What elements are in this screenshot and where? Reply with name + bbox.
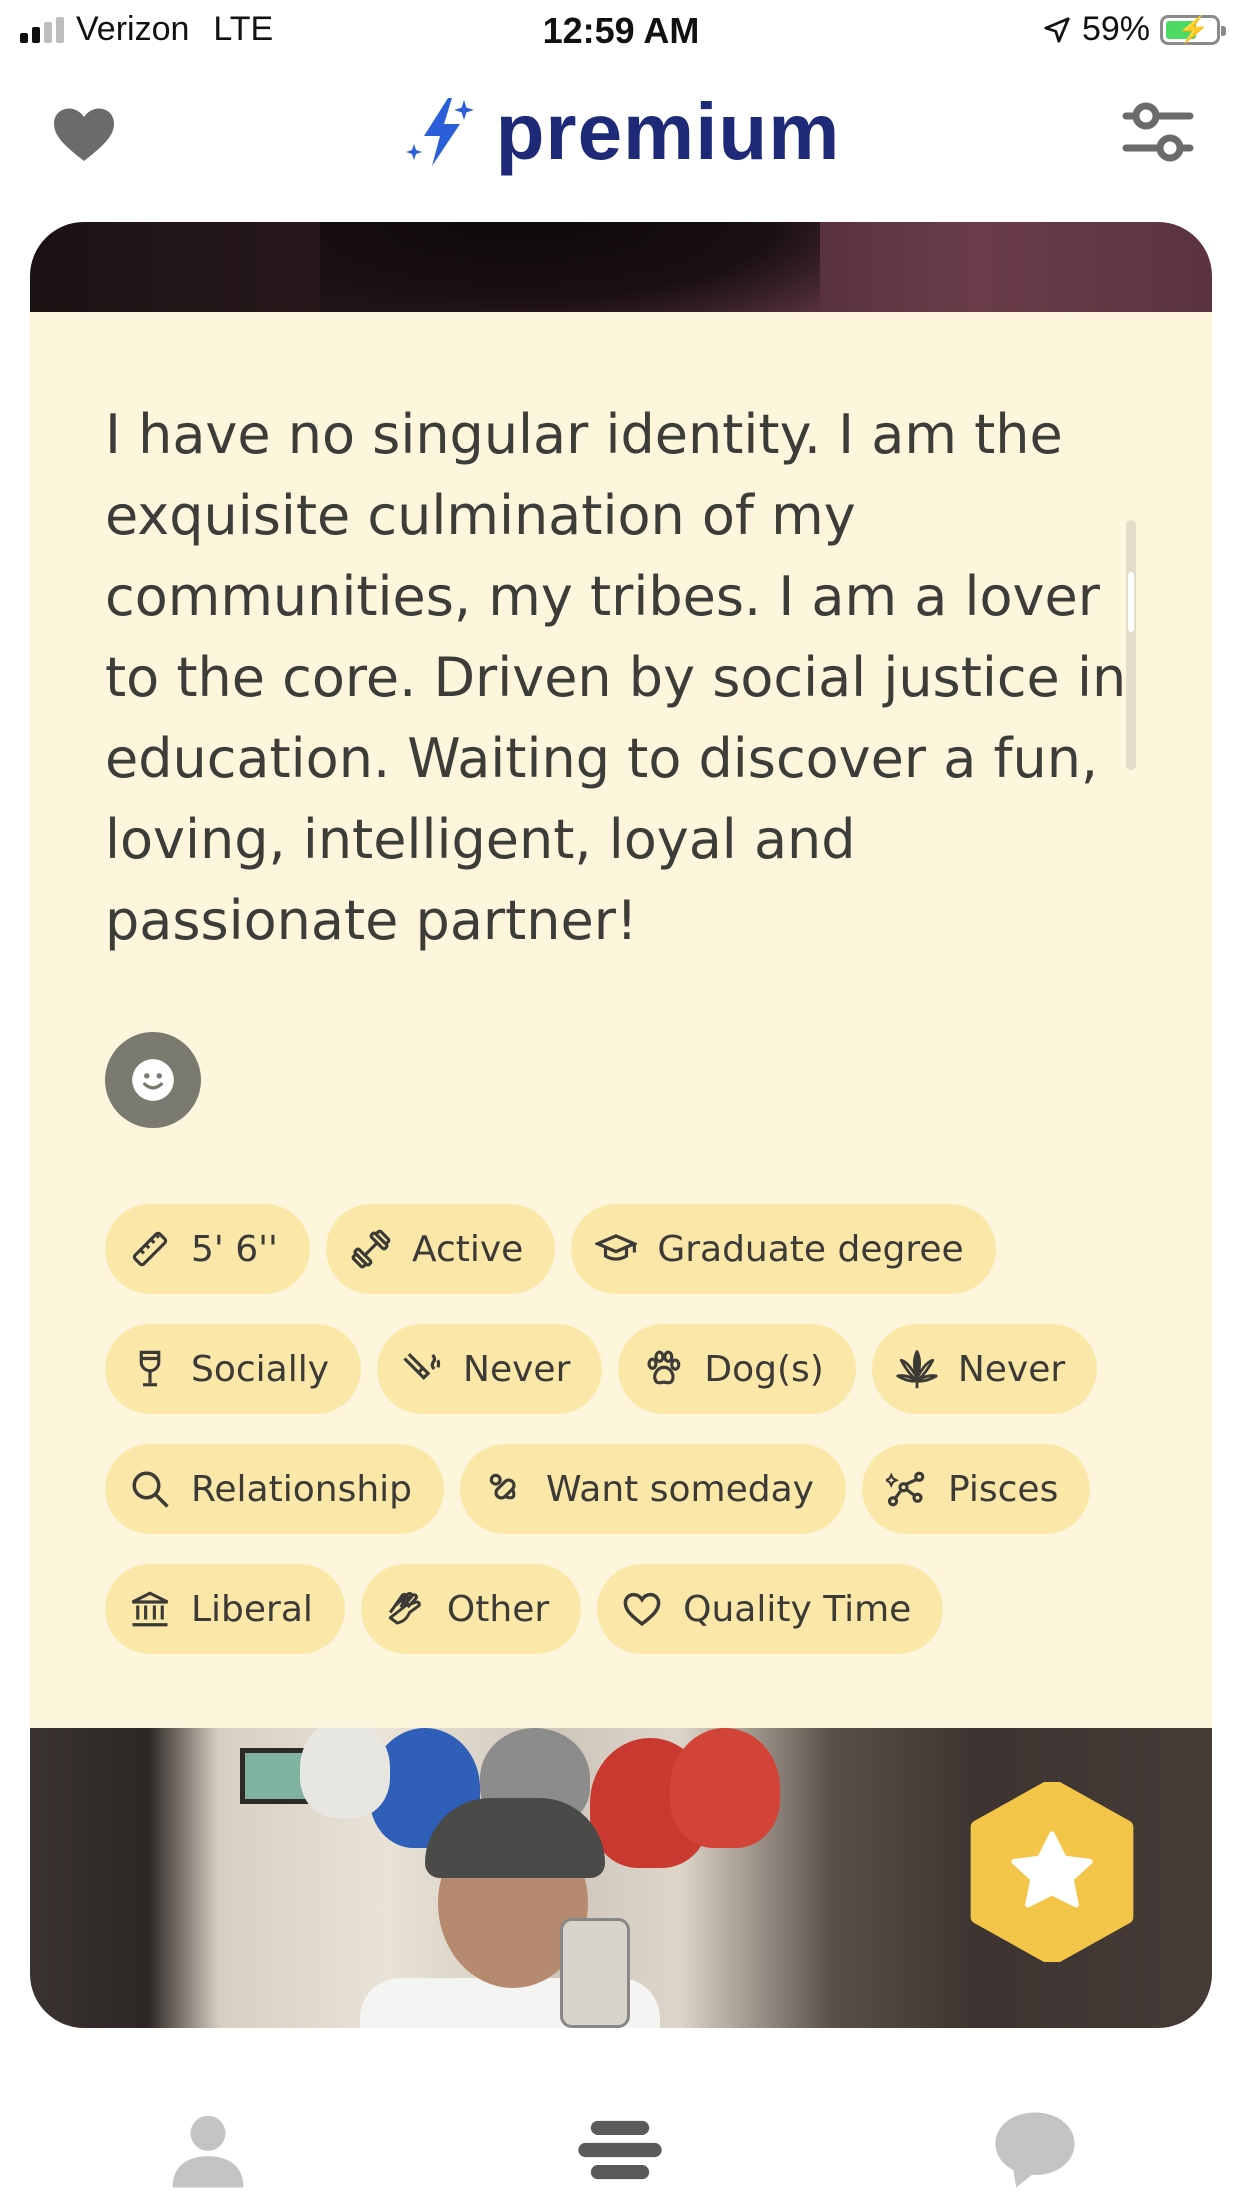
location-arrow-icon (1044, 16, 1070, 43)
chip-row: Liberal Other Quality Time (105, 1564, 1155, 1654)
government-building-icon (131, 1591, 169, 1627)
chip-row: 5' 6'' Active Graduate degree (105, 1204, 1155, 1294)
heart-outline-icon (623, 1592, 661, 1627)
chat-bubble-icon[interactable] (985, 2100, 1085, 2200)
phone (560, 1918, 630, 2028)
stack-icon[interactable] (570, 2100, 670, 2200)
chip-label: Relationship (191, 1468, 412, 1510)
chip-label: Other (446, 1588, 550, 1630)
hat-red-2 (670, 1728, 780, 1848)
wine-glass-icon (139, 1350, 161, 1387)
search-icon (132, 1471, 169, 1508)
graduation-cap-icon (595, 1234, 638, 1261)
chip-row: Socially Never Dog(s) Never (105, 1324, 1155, 1414)
chip-education: Graduate degree (571, 1204, 996, 1294)
chip-cannabis: Never (871, 1324, 1098, 1414)
pacifier-icon (489, 1473, 516, 1500)
constellation-icon (885, 1471, 925, 1507)
smiley-icon (132, 1059, 174, 1101)
top-bar: premium (0, 62, 1242, 212)
profile-card[interactable]: I have no singular identity. I am the ex… (30, 222, 1212, 2028)
brand-logo: premium (0, 86, 1242, 178)
person-icon[interactable] (158, 2100, 258, 2200)
status-bar: Verizon LTE 12:59 AM 59% ⚡ (0, 0, 1242, 62)
brand-name: premium (495, 87, 841, 176)
chip-exercise: Active (325, 1204, 556, 1294)
battery-icon: ⚡ (1160, 14, 1226, 45)
chip-label: Dog(s) (704, 1348, 824, 1390)
sparkle-bolt-icon (405, 98, 474, 166)
hat-white (300, 1728, 390, 1818)
chip-love-language: Quality Time (597, 1564, 944, 1654)
chip-drinking: Socially (105, 1324, 362, 1414)
chip-label: Liberal (191, 1588, 313, 1630)
chip-label: Never (463, 1348, 571, 1390)
react-button[interactable] (105, 1032, 201, 1128)
chip-label: Pisces (947, 1468, 1059, 1510)
superlike-button[interactable] (964, 1782, 1140, 1962)
chip-label: 5' 6'' (191, 1228, 278, 1270)
chip-height: 5' 6'' (105, 1204, 310, 1294)
chip-label: Active (411, 1228, 524, 1270)
chip-label: Quality Time (683, 1588, 912, 1630)
paw-icon (647, 1350, 681, 1385)
bio-text: I have no singular identity. I am the ex… (105, 403, 1127, 952)
chip-label: Want someday (546, 1468, 814, 1510)
profile-photo-top[interactable] (30, 222, 1212, 312)
chip-looking-for: Relationship (105, 1444, 444, 1534)
chip-zodiac: Pisces (861, 1444, 1091, 1534)
dumbbell-icon (351, 1229, 391, 1269)
chip-label: Never (957, 1348, 1066, 1390)
filter-sliders-icon[interactable] (1118, 92, 1198, 172)
chip-religion: Other (360, 1564, 582, 1654)
status-right: 59% ⚡ (1042, 10, 1226, 49)
battery-percent: 59% (1081, 10, 1150, 48)
chip-label: Graduate degree (657, 1228, 964, 1270)
cigarette-icon (403, 1353, 441, 1380)
chip-label: Socially (191, 1348, 330, 1390)
chip-smoking: Never (377, 1324, 603, 1414)
chip-children: Want someday (460, 1444, 846, 1534)
chip-pets: Dog(s) (618, 1324, 856, 1414)
profile-attributes: 5' 6'' Active Graduate degree Socially N… (105, 1204, 1155, 1684)
bottom-nav (0, 2060, 1242, 2208)
person-cap (425, 1798, 605, 1878)
ruler-icon (132, 1231, 168, 1267)
praying-hands-icon (388, 1592, 421, 1625)
chip-politics: Liberal (105, 1564, 345, 1654)
cannabis-leaf-icon (896, 1350, 938, 1389)
chip-row: Relationship Want someday Pisces (105, 1444, 1155, 1534)
